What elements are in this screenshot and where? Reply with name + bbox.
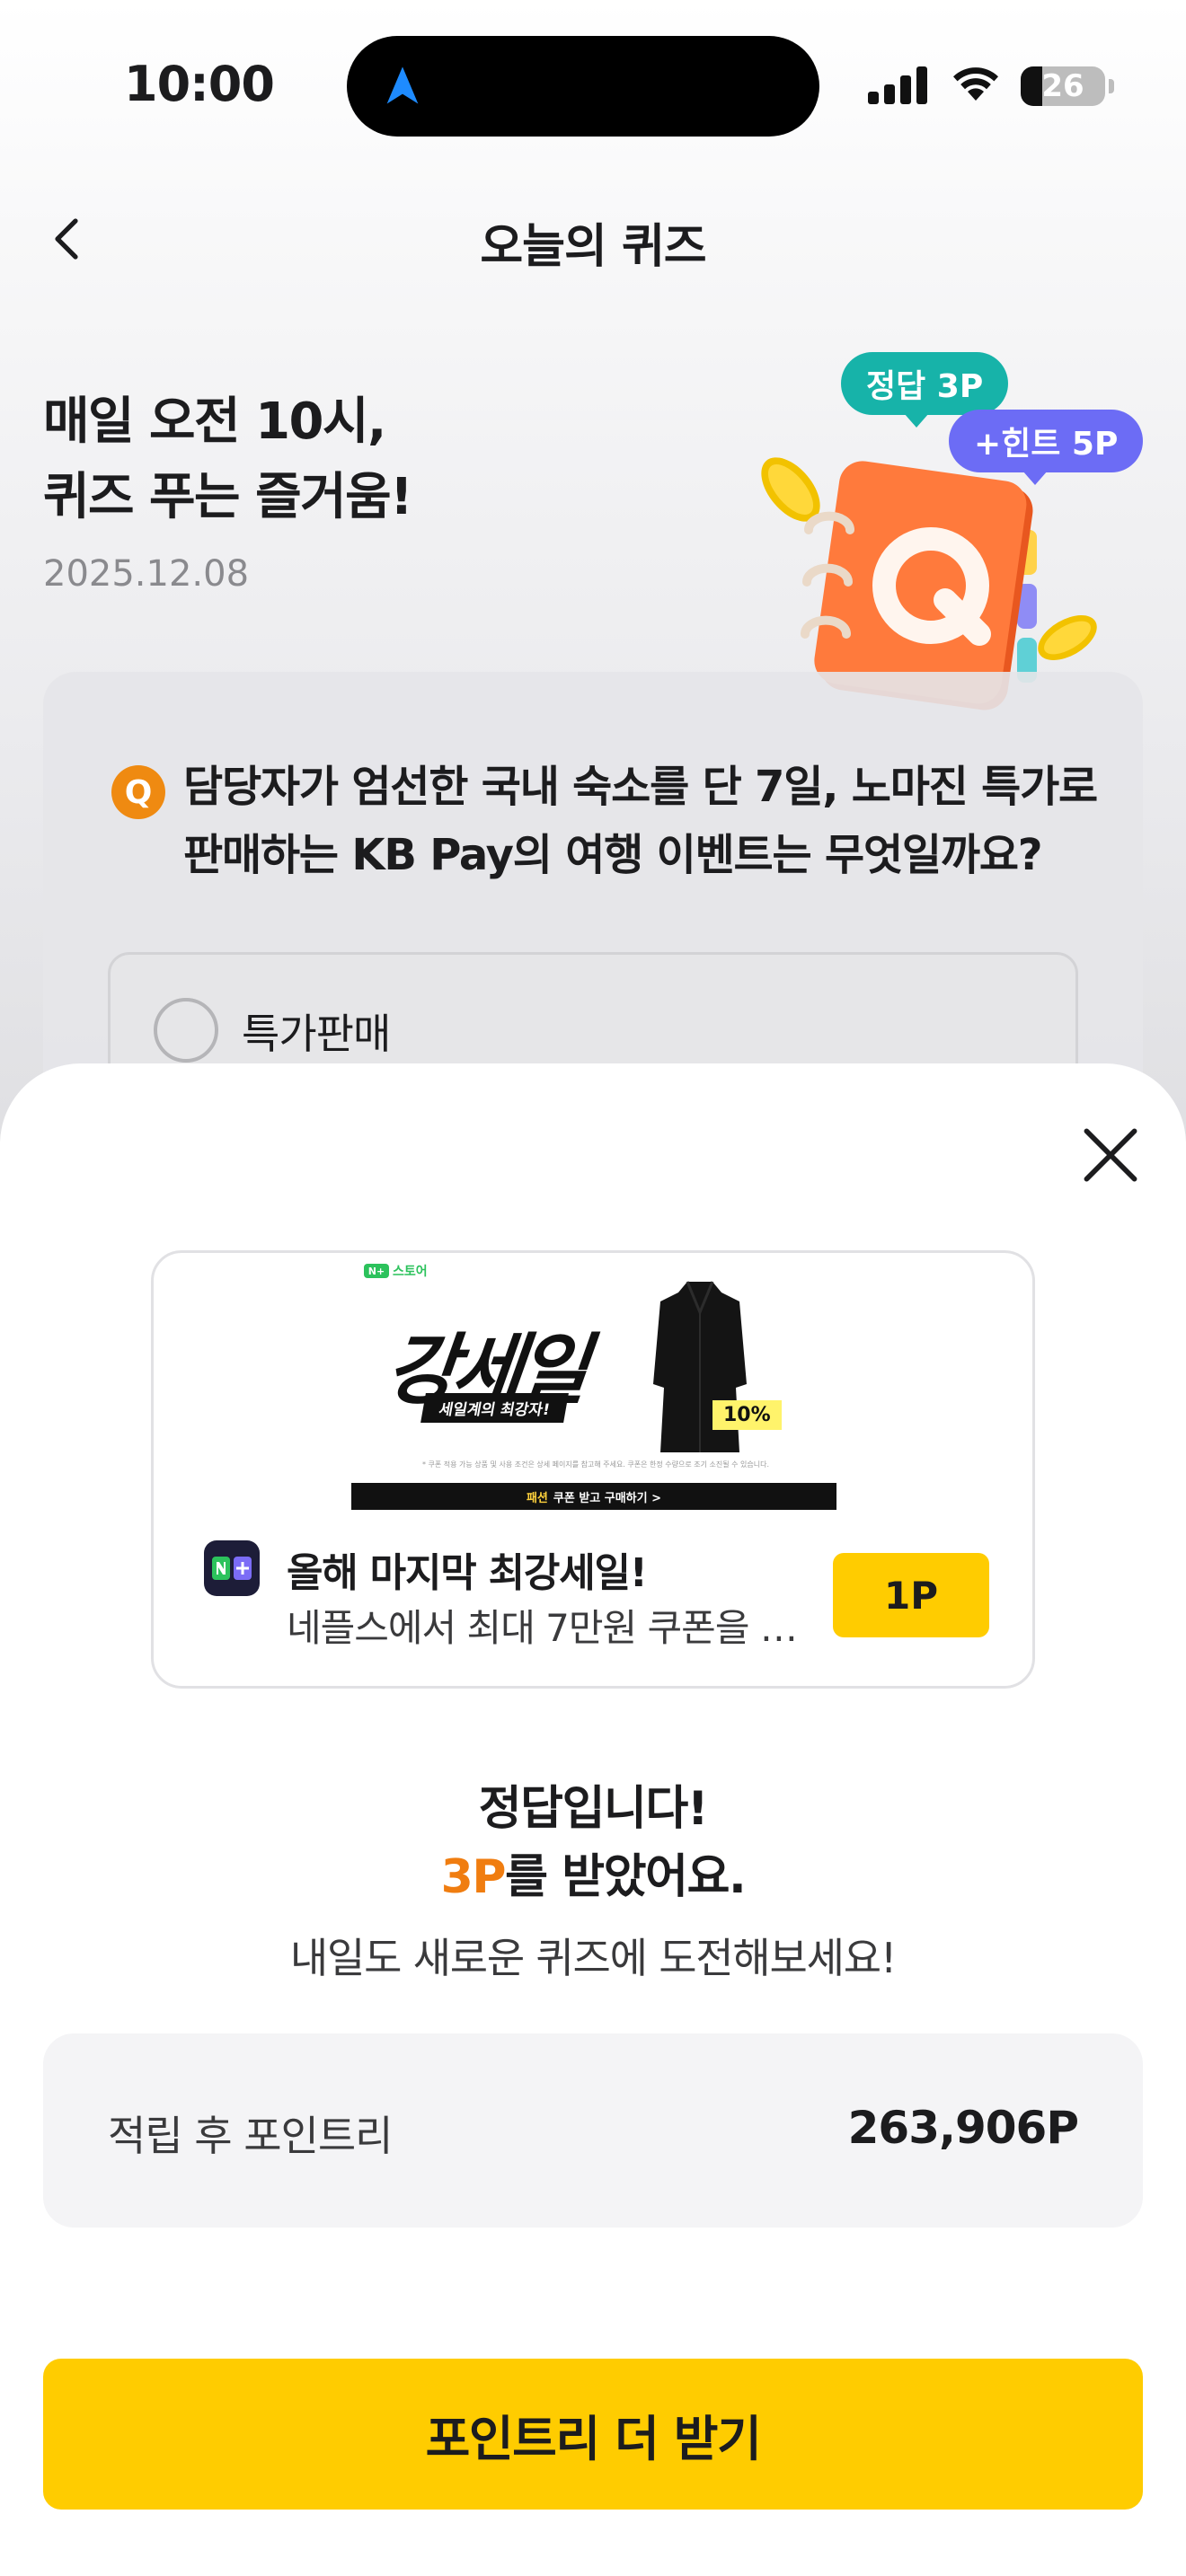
hero-title: 매일 오전 10시, 퀴즈 푸는 즐거움! (43, 384, 413, 535)
store-badge: N+ 스토어 (364, 1262, 428, 1280)
ad-cta-bar[interactable]: 패션 쿠폰 받고 구매하기 > (351, 1483, 836, 1510)
point-balance-value: 263,906P (847, 2102, 1079, 2154)
point-balance-box: 적립 후 포인트리 263,906P (43, 2033, 1143, 2228)
battery-nub (1109, 79, 1114, 93)
point-balance-label: 적립 후 포인트리 (108, 2112, 393, 2160)
ad-title: 올해 마지막 최강세일! (287, 1550, 648, 1596)
question-text: 담당자가 엄선한 국내 숙소를 단 7일, 노마진 특가로 판매하는 KB Pa… (183, 762, 1098, 880)
naver-plus-icon (204, 1540, 260, 1596)
question-badge: Q (111, 765, 165, 819)
get-more-points-button[interactable]: 포인트리 더 받기 (43, 2359, 1143, 2510)
ad-fine-print: * 쿠폰 적용 가능 상품 및 사용 조건은 상세 페이지를 참고해 주세요. … (421, 1460, 770, 1469)
wifi-icon (953, 67, 998, 101)
correct-answer-points-bubble: 정답 3P (841, 352, 1009, 428)
ad-banner-image[interactable]: N+ 스토어 강세일 세일계의 최강자! 10% * 쿠폰 적용 가능 상품 및… (154, 1253, 1032, 1513)
ad-description: 네플스에서 최대 7만원 쿠폰을 드려요 (287, 1606, 808, 1650)
hero-title-line1: 매일 오전 10시, (43, 393, 386, 451)
ad-card[interactable]: N+ 스토어 강세일 세일계의 최강자! 10% * 쿠폰 적용 가능 상품 및… (151, 1250, 1035, 1689)
ad-discount-badge: 10% (712, 1400, 782, 1430)
answer-option-label: 특가판매 (242, 1010, 391, 1058)
earned-points-suffix: 를 받았어요. (505, 1850, 747, 1904)
page-title: 오늘의 퀴즈 (480, 220, 706, 274)
naver-plus-glyph-icon (212, 1557, 252, 1580)
close-icon[interactable] (1076, 1121, 1145, 1189)
signal-icon (868, 66, 927, 104)
result-title: 정답입니다! (478, 1782, 709, 1836)
quiz-date: 2025.12.08 (43, 553, 250, 595)
status-bar: 10:00 26 (0, 0, 1186, 171)
hint-points-bubble: +힌트 5P (949, 410, 1144, 485)
dynamic-island (347, 36, 819, 137)
ad-sub-tag: 세일계의 최강자! (420, 1393, 570, 1423)
result-points-line: 3P를 받았어요. (0, 1843, 1186, 1911)
ad-cta-emphasis: 패션 (526, 1491, 548, 1505)
battery-level: 26 (1041, 68, 1084, 104)
header: 오늘의 퀴즈 (0, 189, 1186, 296)
store-logo: N+ (364, 1264, 389, 1278)
radio-button[interactable] (154, 998, 218, 1063)
result-subtitle: 내일도 새로운 퀴즈에 도전해보세요! (289, 1934, 898, 1982)
ad-point-button[interactable]: 1P (833, 1553, 989, 1637)
battery-icon: 26 (1021, 66, 1105, 106)
navigation-arrow-icon (386, 66, 419, 104)
hero-title-line2: 퀴즈 푸는 즐거움! (43, 468, 413, 526)
store-name: 스토어 (393, 1265, 428, 1279)
earned-points: 3P (440, 1850, 507, 1904)
status-time: 10:00 (124, 56, 275, 112)
ad-cta-text: 쿠폰 받고 구매하기 > (553, 1491, 662, 1505)
